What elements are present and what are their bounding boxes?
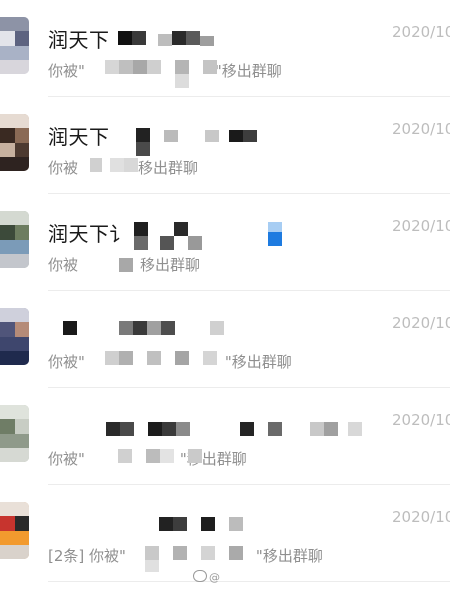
- avatar: [0, 405, 29, 462]
- chat-row[interactable]: 润天下讠 你被 移出群聊 2020/10: [0, 194, 450, 291]
- weibo-icon: [193, 570, 207, 582]
- preview-suffix: "移出群聊: [214, 62, 282, 80]
- chat-row[interactable]: 润天下 你被" "移出群聊 2020/10: [0, 0, 450, 97]
- preview-prefix: [2条] 你被": [48, 547, 126, 565]
- avatar: [0, 114, 29, 171]
- preview-prefix: 你被": [48, 62, 85, 80]
- preview-prefix: 你被": [48, 450, 85, 468]
- chat-title: 润天下: [48, 125, 110, 149]
- chat-row[interactable]: 你被" "移出群聊 2020/10: [0, 388, 450, 485]
- chat-title: 润天下讠: [48, 222, 130, 246]
- preview-suffix: 移出群聊: [140, 256, 201, 274]
- chat-list: 润天下 你被" "移出群聊 2020/10 润天下 你被 移出群聊 2020/10: [0, 0, 450, 590]
- avatar: [0, 17, 29, 74]
- chat-preview: [2条] 你被" "移出群聊: [48, 545, 323, 566]
- preview-prefix: 你被": [48, 353, 85, 371]
- avatar: [0, 502, 29, 559]
- chat-preview: 你被" "移出群聊: [48, 351, 292, 372]
- avatar: [0, 308, 29, 365]
- chat-row[interactable]: 润天下 你被 移出群聊 2020/10: [0, 97, 450, 194]
- chat-row[interactable]: 你被" "移出群聊 2020/10: [0, 291, 450, 388]
- chat-timestamp: 2020/10: [392, 314, 450, 332]
- chat-timestamp: 2020/10: [392, 508, 450, 526]
- chat-row[interactable]: [2条] 你被" "移出群聊 2020/10: [0, 485, 450, 582]
- preview-suffix: 移出群聊: [138, 159, 199, 177]
- chat-timestamp: 2020/10: [392, 120, 450, 138]
- chat-title: 润天下: [48, 28, 110, 52]
- chat-timestamp: 2020/10: [392, 217, 450, 235]
- chat-preview: 你被 移出群聊: [48, 254, 200, 275]
- preview-prefix: 你被: [48, 256, 79, 274]
- watermark: @: [193, 570, 220, 584]
- avatar: [0, 211, 29, 268]
- preview-suffix: "移出群聊: [179, 450, 247, 468]
- preview-suffix: "移出群聊: [224, 353, 292, 371]
- preview-suffix: "移出群聊: [255, 547, 323, 565]
- chat-timestamp: 2020/10: [392, 411, 450, 429]
- chat-preview: 你被" "移出群聊: [48, 60, 282, 81]
- preview-prefix: 你被: [48, 159, 79, 177]
- chat-timestamp: 2020/10: [392, 23, 450, 41]
- watermark-text: @: [209, 571, 220, 584]
- chat-preview: 你被 移出群聊: [48, 157, 198, 178]
- chat-preview: 你被" "移出群聊: [48, 448, 247, 469]
